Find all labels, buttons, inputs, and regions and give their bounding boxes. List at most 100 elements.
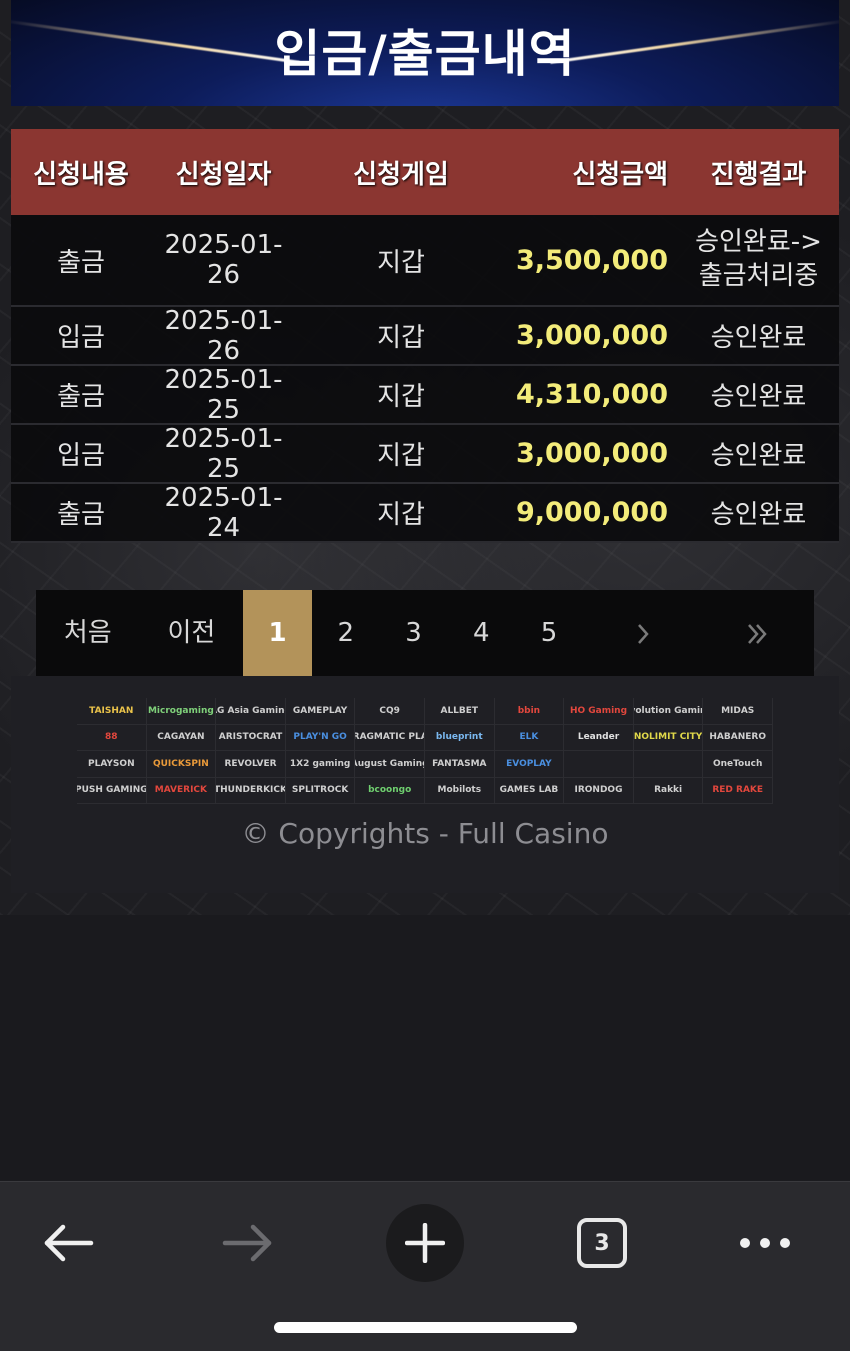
- tabs-button[interactable]: 3: [557, 1198, 647, 1288]
- provider-logo-bcoongo: bcoongo: [355, 777, 425, 804]
- cell-status: 승인완료: [710, 500, 807, 530]
- plus-icon: [405, 1223, 445, 1263]
- copyright-text: © Copyrights - Full Casino: [241, 817, 609, 850]
- provider-logo-onetouch: OneTouch: [703, 751, 773, 778]
- page-header-banner: 입금/출금내역: [11, 0, 839, 106]
- provider-logo-mobilots: Mobilots: [424, 777, 495, 804]
- back-arrow-icon: [44, 1224, 94, 1262]
- cell-date: 2025-01-25: [164, 364, 283, 425]
- empty-area: [0, 915, 850, 1180]
- provider-logo-thunderkick: THUNDERKICK: [216, 777, 286, 804]
- cell-amount: 3,500,000: [515, 244, 668, 276]
- column-header-game: 신청게임: [353, 159, 449, 190]
- provider-logo-blank: [564, 751, 634, 778]
- cell-type: 입금: [57, 323, 105, 353]
- pagination-prev-button[interactable]: 이전: [140, 590, 244, 676]
- provider-logo-microgaming: Microgaming: [146, 698, 217, 725]
- pagination-page-3[interactable]: 3: [380, 590, 448, 676]
- provider-logo-playson: PLAYSON: [77, 751, 147, 778]
- cell-amount: 4,310,000: [515, 379, 668, 410]
- provider-logo-revolver: REVOLVER: [216, 751, 286, 778]
- provider-logo-evoplay: EVOPLAY: [494, 751, 565, 778]
- cell-amount: 3,000,000: [515, 320, 668, 351]
- status-line-2: 출금처리중: [698, 261, 819, 291]
- cell-status: 승인완료: [710, 382, 807, 412]
- cell-type: 입금: [57, 441, 105, 471]
- double-chevron-right-icon: [748, 623, 767, 644]
- provider-logo-habanero: HABANERO: [703, 724, 773, 751]
- cell-status: 승인완료: [710, 323, 807, 353]
- cell-status: 승인완료: [710, 441, 807, 471]
- table-row: 입금 2025-01-26 지갑 3,000,000 승인완료: [11, 305, 839, 366]
- cell-status: 승인완료-> 출금처리중: [678, 226, 839, 294]
- provider-logo-play-n-go: PLAY'N GO: [285, 724, 356, 751]
- provider-logo-quickspin: QUICKSPIN: [146, 751, 217, 778]
- column-header-amount: 신청금액: [572, 159, 668, 190]
- cell-date: 2025-01-26: [164, 305, 283, 366]
- provider-logo-gameplay: GAMEPLAY: [285, 698, 356, 725]
- chevron-right-icon: [637, 623, 649, 644]
- cell-game: 지갑: [377, 247, 425, 278]
- tab-count-badge: 3: [577, 1218, 627, 1268]
- provider-logo-evolution-gaming: Evolution Gaming: [633, 698, 704, 725]
- pagination: 처음 이전 1 2 3 4 5: [36, 590, 814, 676]
- cell-game: 지갑: [377, 382, 425, 412]
- provider-logo-aristocrat: ARISTOCRAT: [216, 724, 286, 751]
- provider-logo-august-gaming: August Gaming: [355, 751, 425, 778]
- pagination-page-2[interactable]: 2: [312, 590, 380, 676]
- new-tab-button[interactable]: [380, 1198, 470, 1288]
- column-header-type: 신청내용: [33, 159, 129, 190]
- more-menu-button[interactable]: [720, 1198, 810, 1288]
- provider-logo-games-lab: GAMES LAB: [494, 777, 565, 804]
- cell-date: 2025-01-25: [164, 423, 283, 484]
- cell-amount: 3,000,000: [515, 438, 668, 469]
- status-line-1: 승인완료->: [695, 227, 822, 258]
- pagination-first-button[interactable]: 처음: [36, 590, 140, 676]
- new-tab-circle: [386, 1204, 464, 1282]
- cell-amount: 9,000,000: [515, 497, 668, 528]
- provider-logo-irondog: IRONDOG: [564, 777, 634, 804]
- cell-date: 2025-01-26: [164, 230, 283, 290]
- cell-game: 지갑: [377, 500, 425, 530]
- table-row: 출금 2025-01-24 지갑 9,000,000 승인완료: [11, 482, 839, 543]
- provider-logo-fantasma: FANTASMA: [424, 751, 495, 778]
- provider-logo-cagayan: CAGAYAN: [146, 724, 217, 751]
- provider-logo-1x2-gaming: 1X2 gaming: [285, 751, 356, 778]
- table-row: 입금 2025-01-25 지갑 3,000,000 승인완료: [11, 423, 839, 484]
- more-dots-icon: [740, 1238, 790, 1248]
- provider-logo-maverick: MAVERICK: [146, 777, 217, 804]
- pagination-page-1[interactable]: 1: [243, 590, 312, 676]
- page-title: 입금/출금내역: [274, 25, 576, 83]
- pagination-page-4[interactable]: 4: [447, 590, 515, 676]
- cell-game: 지갑: [377, 323, 425, 353]
- pagination-page-5[interactable]: 5: [515, 590, 583, 676]
- cell-date: 2025-01-24: [164, 482, 283, 543]
- provider-logo-push-gaming: PUSH GAMING: [77, 777, 147, 804]
- cell-type: 출금: [57, 247, 105, 278]
- cell-type: 출금: [57, 382, 105, 412]
- provider-logo-cq9: CQ9: [355, 698, 425, 725]
- transaction-table: 신청내용 신청일자 신청게임 신청금액 진행결과 출금 2025-01-26 지…: [11, 129, 839, 543]
- provider-logo-splitrock: SPLITROCK: [285, 777, 356, 804]
- provider-logo-ag-asia-gaming: AG Asia Gaming: [216, 698, 286, 725]
- pagination-next-button[interactable]: [583, 590, 703, 676]
- provider-logo-bbin: bbin: [494, 698, 565, 725]
- footer: TAISHANMicrogamingAG Asia GamingGAMEPLAY…: [11, 676, 839, 893]
- provider-logo-midas: MIDAS: [703, 698, 773, 725]
- home-indicator: [274, 1322, 577, 1333]
- provider-logo-taishan: TAISHAN: [77, 698, 147, 725]
- table-row: 출금 2025-01-25 지갑 4,310,000 승인완료: [11, 364, 839, 425]
- pagination-last-button[interactable]: [702, 590, 814, 676]
- provider-logo-pragmatic-play: PRAGMATIC PLAY: [355, 724, 425, 751]
- cell-type: 출금: [57, 500, 105, 530]
- table-header-row: 신청내용 신청일자 신청게임 신청금액 진행결과: [11, 129, 839, 215]
- back-button[interactable]: [24, 1198, 114, 1288]
- provider-logo-grid: TAISHANMicrogamingAG Asia GamingGAMEPLAY…: [77, 698, 773, 804]
- column-header-status: 진행결과: [710, 159, 807, 190]
- column-header-date: 신청일자: [175, 159, 272, 190]
- provider-logo-88: 88: [77, 724, 147, 751]
- provider-logo-nolimit-city: NOLIMIT CITY: [633, 724, 704, 751]
- provider-logo-allbet: ALLBET: [424, 698, 495, 725]
- provider-logo-rakki: Rakki: [633, 777, 704, 804]
- forward-button[interactable]: [202, 1198, 292, 1288]
